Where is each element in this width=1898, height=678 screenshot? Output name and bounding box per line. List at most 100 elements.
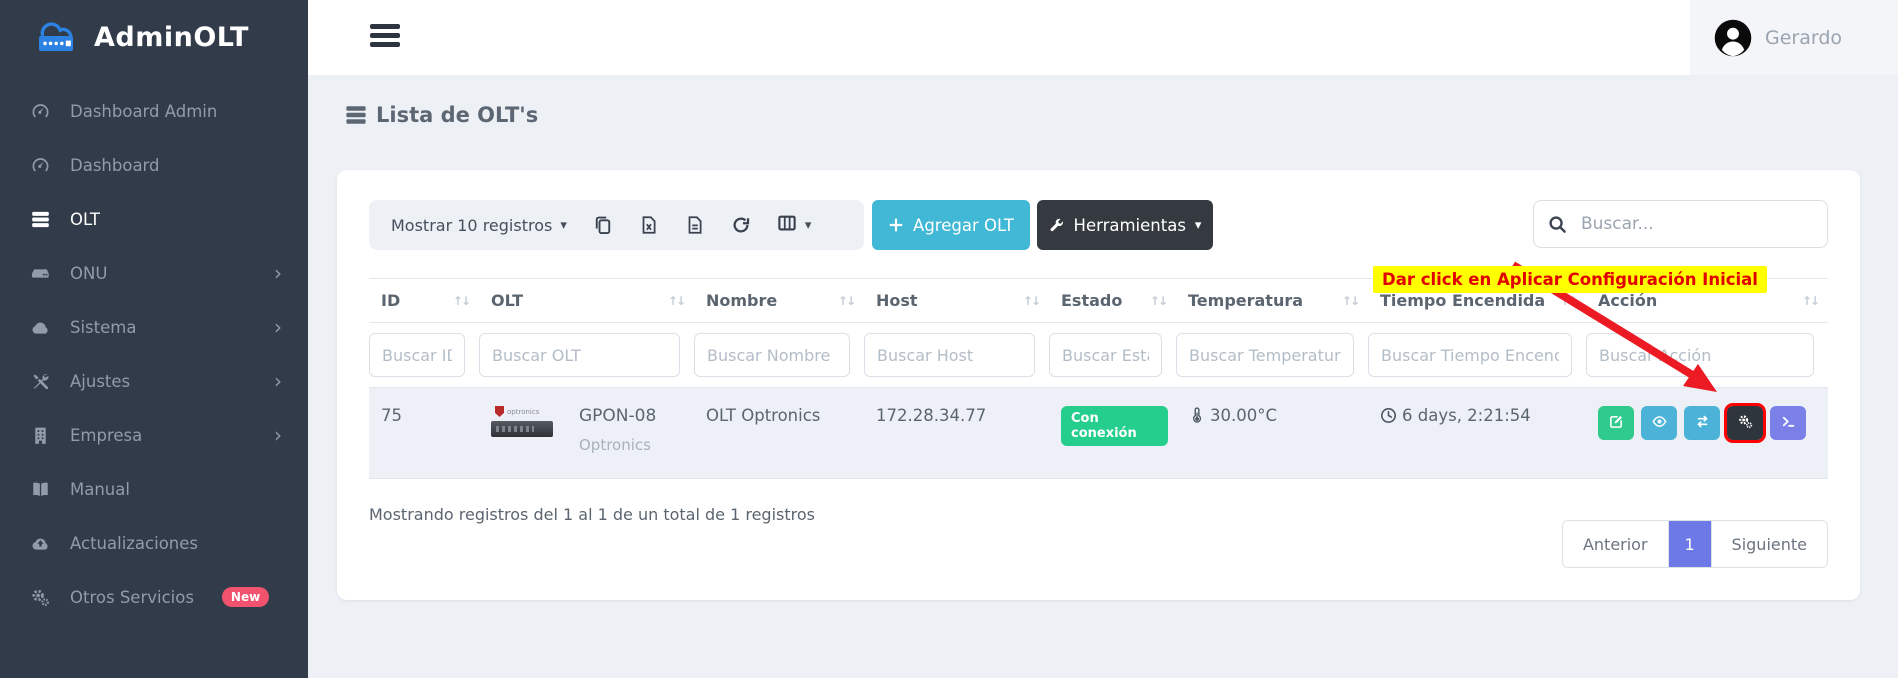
filter-nombre-input[interactable] xyxy=(694,333,850,377)
copy-button[interactable] xyxy=(593,215,613,235)
filter-estado-input[interactable] xyxy=(1049,333,1162,377)
column-header-nombre[interactable]: Nombre↑↓ xyxy=(694,279,864,323)
column-header-temperatura[interactable]: Temperatura↑↓ xyxy=(1176,279,1368,323)
filter-accion-input[interactable] xyxy=(1586,333,1814,377)
sidebar-item-sistema[interactable]: Sistema › xyxy=(0,300,308,354)
sidebar-item-manual[interactable]: Manual xyxy=(0,462,308,516)
column-header-estado[interactable]: Estado↑↓ xyxy=(1049,279,1176,323)
filter-temperatura-input[interactable] xyxy=(1176,333,1354,377)
terminal-icon xyxy=(1781,414,1796,433)
view-olt-button[interactable] xyxy=(1641,406,1677,440)
olt-table: ID↑↓ OLT↑↓ Nombre↑↓ Host↑↓ Estado↑↓ Temp… xyxy=(369,278,1828,479)
caret-down-icon: ▾ xyxy=(805,218,812,233)
column-visibility-button[interactable]: ▾ xyxy=(777,213,812,238)
search-input[interactable] xyxy=(1579,213,1813,235)
avatar xyxy=(1714,19,1752,57)
datatable-controls: Mostrar 10 registros ▾ ▾ xyxy=(369,200,864,250)
sidebar-item-dashboard[interactable]: Dashboard xyxy=(0,138,308,192)
sidebar-item-label: Sistema xyxy=(70,318,136,337)
optronics-shield-icon xyxy=(495,406,504,417)
filter-olt-input[interactable] xyxy=(479,333,680,377)
building-icon xyxy=(28,426,52,445)
sort-icon[interactable]: ↑↓ xyxy=(453,291,469,308)
search-icon xyxy=(1548,215,1567,234)
sidebar-item-label: Ajustes xyxy=(70,372,130,391)
exchange-arrows-icon xyxy=(1695,414,1710,433)
cell-tiempo-encendida: 6 days, 2:21:54 xyxy=(1368,388,1586,479)
adminolt-page: AdminOLT Dashboard Admin Dashboard OLT O… xyxy=(0,0,1898,678)
sort-icon[interactable]: ↑↓ xyxy=(1560,291,1576,308)
sidebar-item-onu[interactable]: ONU › xyxy=(0,246,308,300)
sidebar-item-label: Empresa xyxy=(70,426,142,445)
pagination-page-1[interactable]: 1 xyxy=(1669,521,1711,567)
add-olt-button[interactable]: Agregar OLT xyxy=(872,200,1030,250)
export-file-button[interactable] xyxy=(685,215,705,235)
gears-icon xyxy=(28,588,52,607)
cell-estado: Con conexión xyxy=(1049,388,1176,479)
filter-tiempo-input[interactable] xyxy=(1368,333,1572,377)
apply-initial-config-button[interactable] xyxy=(1727,406,1763,440)
topbar: Gerardo xyxy=(308,0,1898,75)
temperature-value: 30.00°C xyxy=(1210,406,1277,425)
sidebar-item-dashboard-admin[interactable]: Dashboard Admin xyxy=(0,84,308,138)
olt-brand: Optronics xyxy=(579,436,656,454)
pagination-prev-button[interactable]: Anterior xyxy=(1563,521,1669,567)
server-icon xyxy=(28,210,52,229)
chevron-right-icon: › xyxy=(274,317,282,337)
refresh-button[interactable] xyxy=(731,215,751,235)
sidebar-item-label: Dashboard xyxy=(70,156,160,175)
filter-host-input[interactable] xyxy=(864,333,1035,377)
sync-olt-button[interactable] xyxy=(1684,406,1720,440)
pagination: Anterior 1 Siguiente xyxy=(1562,520,1828,568)
table-toolbar: Mostrar 10 registros ▾ ▾ Agregar OLT xyxy=(369,200,1828,250)
brand-logo[interactable]: AdminOLT xyxy=(0,0,308,72)
export-excel-button[interactable] xyxy=(639,215,659,235)
caret-down-icon: ▾ xyxy=(1195,218,1202,233)
sidebar-item-ajustes[interactable]: Ajustes › xyxy=(0,354,308,408)
add-olt-label: Agregar OLT xyxy=(913,216,1014,235)
status-badge: Con conexión xyxy=(1061,406,1168,446)
sort-icon[interactable]: ↑↓ xyxy=(1342,291,1358,308)
page-title: Lista de OLT's xyxy=(345,103,1898,127)
brand-name: AdminOLT xyxy=(94,22,249,53)
eye-icon xyxy=(1652,414,1667,433)
tools-dropdown-button[interactable]: Herramientas ▾ xyxy=(1037,200,1213,250)
sidebar-item-olt[interactable]: OLT xyxy=(0,192,308,246)
terminal-olt-button[interactable] xyxy=(1770,406,1806,440)
table-filter-row xyxy=(369,323,1828,388)
sidebar-item-label: ONU xyxy=(70,264,107,283)
sidebar-item-actualizaciones[interactable]: Actualizaciones xyxy=(0,516,308,570)
edit-icon xyxy=(1609,414,1624,433)
page-title-text: Lista de OLT's xyxy=(376,103,538,127)
cell-nombre: OLT Optronics xyxy=(694,388,864,479)
sidebar-item-label: Dashboard Admin xyxy=(70,102,217,121)
hamburger-menu-icon[interactable] xyxy=(370,24,400,51)
sort-icon[interactable]: ↑↓ xyxy=(668,291,684,308)
clock-icon xyxy=(1380,407,1397,424)
page-length-dropdown[interactable]: Mostrar 10 registros xyxy=(391,216,552,235)
sidebar-nav: Dashboard Admin Dashboard OLT ONU › Sist… xyxy=(0,84,308,624)
onu-device-icon xyxy=(28,264,52,283)
sort-icon[interactable]: ↑↓ xyxy=(1023,291,1039,308)
olt-device-image: optronics xyxy=(491,406,553,437)
chevron-right-icon: › xyxy=(274,263,282,283)
table-row: 75 optronics xyxy=(369,388,1828,479)
sidebar-item-otros-servicios[interactable]: Otros Servicios New xyxy=(0,570,308,624)
filter-id-input[interactable] xyxy=(369,333,465,377)
sort-icon[interactable]: ↑↓ xyxy=(838,291,854,308)
user-menu[interactable]: Gerardo xyxy=(1690,0,1898,75)
sort-icon[interactable]: ↑↓ xyxy=(1150,291,1166,308)
gears-icon xyxy=(1738,414,1753,433)
sidebar: AdminOLT Dashboard Admin Dashboard OLT O… xyxy=(0,0,308,678)
column-header-id[interactable]: ID↑↓ xyxy=(369,279,479,323)
sidebar-item-label: Otros Servicios xyxy=(70,588,194,607)
edit-olt-button[interactable] xyxy=(1598,406,1634,440)
sidebar-item-empresa[interactable]: Empresa › xyxy=(0,408,308,462)
server-icon xyxy=(345,104,367,126)
pagination-next-button[interactable]: Siguiente xyxy=(1711,521,1827,567)
new-badge: New xyxy=(222,587,269,607)
column-header-host[interactable]: Host↑↓ xyxy=(864,279,1049,323)
sort-icon[interactable]: ↑↓ xyxy=(1802,291,1818,308)
column-header-olt[interactable]: OLT↑↓ xyxy=(479,279,694,323)
olt-list-card: Mostrar 10 registros ▾ ▾ Agregar OLT xyxy=(337,170,1860,600)
